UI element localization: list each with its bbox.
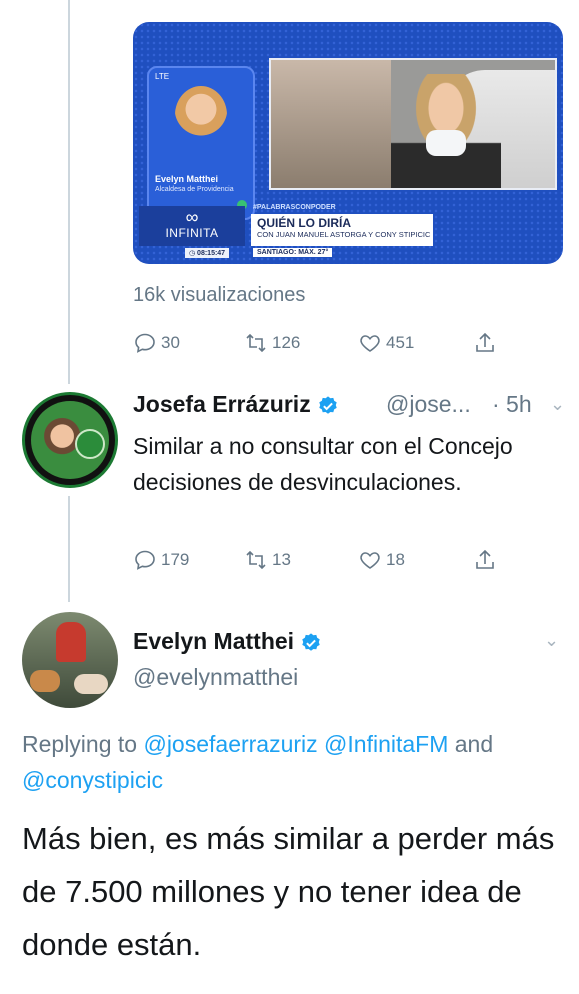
main-handle[interactable]: @evelynmatthei [133,664,298,691]
video-media[interactable]: LTE Evelyn Matthei Alcaldesa de Providen… [133,22,563,264]
mention-josefa[interactable]: @josefaerrazuriz [143,731,317,757]
thread-line-top [68,0,70,384]
retweet-count: 13 [272,550,291,569]
reply-count: 179 [161,550,190,569]
main-tweet-text: Más bien, es más similar a perder más de… [22,821,555,962]
replying-prefix: Replying to [22,731,144,757]
reply-author[interactable]: Josefa Errázuriz [133,391,339,418]
like-count: 451 [386,333,415,352]
logo-text: INFINITA [165,226,219,240]
and-word: and [454,731,494,757]
avatar-dog-1 [30,670,60,692]
video-background [271,60,391,188]
headline-box: QUIÉN LO DIRÍA CON JUAN MANUEL ASTORGA Y… [251,214,433,246]
reply-author-name: Josefa Errázuriz [133,391,311,417]
like-count: 18 [386,550,405,569]
reply-icon [135,550,155,570]
caller-name: Evelyn Matthei [155,174,219,184]
avatar-badge [75,429,105,459]
reply-icon [135,333,155,353]
view-count[interactable]: 16k visualizaciones [133,284,305,307]
caller-role: Alcaldesa de Providencia [155,186,234,193]
subheadline: CON JUAN MANUEL ASTORGA Y CONY STIPICIC [257,230,431,239]
avatar-person [56,622,86,662]
verified-icon [302,633,320,651]
main-author-name: Evelyn Matthei [133,628,295,654]
reply-handle[interactable]: @jose... [386,391,471,418]
heart-icon [360,335,380,352]
lower-third: ∞ INFINITA #PALABRASCONPODER QUIÉN LO DI… [133,198,563,258]
phone-status: LTE [155,72,170,81]
caller-photo [175,86,227,144]
reply-count: 30 [161,333,180,352]
retweet-button-2[interactable]: 13 [244,548,291,572]
mention-infinita[interactable]: @InfinitaFM [324,731,448,757]
main-author[interactable]: Evelyn Matthei [133,628,322,655]
evelyn-avatar[interactable] [22,612,118,708]
weather-label: SANTIAGO: MÁX. 27° [253,248,333,257]
chevron-down-icon[interactable]: ⌄ [550,394,565,415]
replying-to-line: Replying to @josefaerrazuriz @InfinitaFM… [22,726,562,798]
josefa-avatar[interactable] [22,392,118,488]
share-button[interactable] [473,331,497,355]
verified-icon [318,396,337,414]
retweet-icon [246,550,266,570]
reply-time[interactable]: · 5h [492,391,532,418]
share-icon [476,549,494,569]
share-icon [476,332,494,352]
heart-icon [360,552,380,569]
video-face-mask [426,130,466,156]
like-button[interactable]: 451 [358,331,414,355]
share-button-2[interactable] [473,548,497,572]
thread-line-middle [68,496,70,602]
infinity-icon: ∞ [185,207,199,227]
avatar-dog-2 [74,674,108,694]
retweet-icon [246,333,266,353]
reply-button[interactable]: 30 [133,331,180,355]
clock-label: ◷ 08:15:47 [185,248,230,258]
infinita-logo: ∞ INFINITA [139,206,245,246]
retweet-button[interactable]: 126 [244,331,300,355]
hashtag: #PALABRASCONPODER [253,204,336,211]
reply-text: Similar a no consultar con el Concejo de… [133,433,513,495]
like-button-2[interactable]: 18 [358,548,405,572]
video-frame [269,58,557,190]
phone-call-card: LTE Evelyn Matthei Alcaldesa de Providen… [147,66,255,220]
headline: QUIÉN LO DIRÍA [257,216,352,230]
retweet-count: 126 [272,333,301,352]
chevron-down-icon[interactable]: ⌄ [544,630,559,651]
reply-button-2[interactable]: 179 [133,548,189,572]
mention-cony[interactable]: @conystipicic [22,767,163,793]
